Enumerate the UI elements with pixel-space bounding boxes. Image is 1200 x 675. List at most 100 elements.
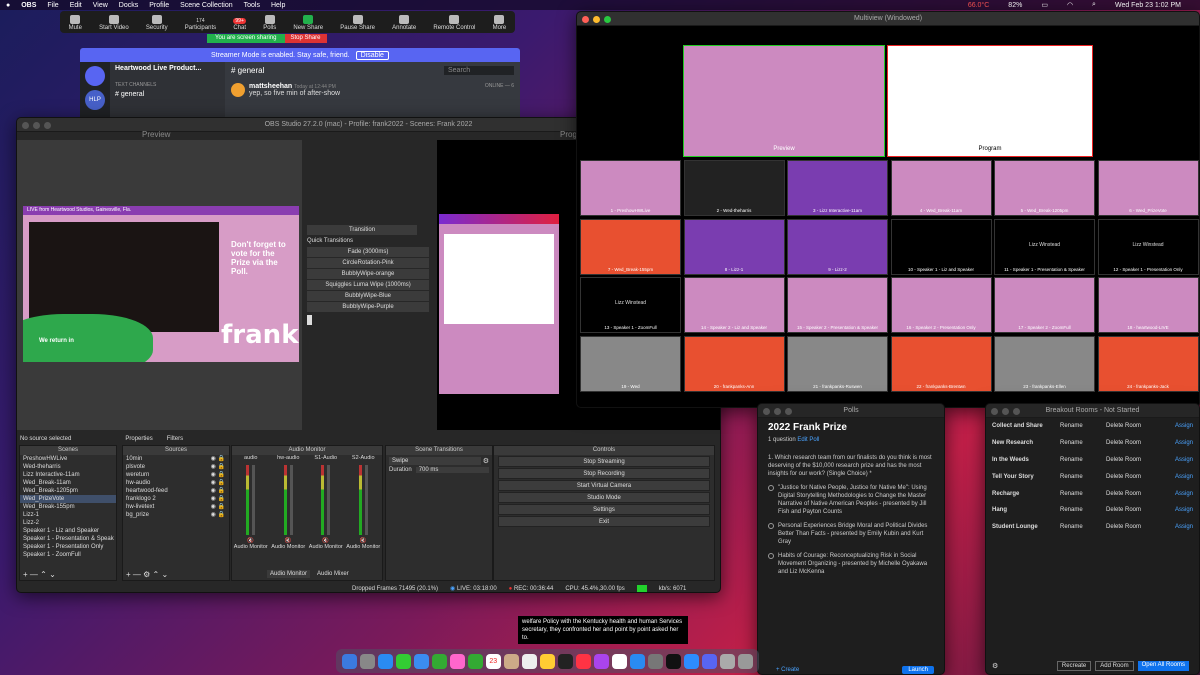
breakout-room-row[interactable]: Tell Your Story Rename Delete Room Assign bbox=[986, 468, 1199, 485]
polls-button[interactable]: Polls bbox=[263, 15, 276, 31]
source-item[interactable]: hw-livetext ◉ 🔒 bbox=[123, 503, 229, 511]
zoom-icon[interactable] bbox=[785, 408, 792, 415]
chat-button[interactable]: 99+ Chat bbox=[233, 18, 246, 31]
poll-option-1[interactable]: "Justice for Native People, Justice for … bbox=[768, 484, 934, 516]
security-button[interactable]: Security bbox=[146, 15, 168, 31]
multiview-tile[interactable]: 22 - frankpanks-Brentwn bbox=[890, 335, 992, 392]
recreate-button[interactable]: Recreate bbox=[1056, 661, 1092, 671]
server-icon[interactable]: HLP bbox=[85, 90, 105, 110]
assign-button[interactable]: Assign bbox=[1175, 457, 1193, 463]
quick-transition-bubbly-orange[interactable]: BubblyWipe-orange bbox=[307, 269, 429, 279]
quick-transition-bubbly-purple[interactable]: BubblyWipe-Purple bbox=[307, 302, 429, 312]
multiview-tile[interactable]: 5 - Wed_Break-1205pm bbox=[994, 160, 1095, 216]
discord-icon[interactable] bbox=[702, 653, 718, 669]
virtual-camera-button[interactable]: Start Virtual Camera bbox=[498, 480, 710, 491]
maps-icon[interactable] bbox=[431, 653, 447, 669]
poll-option-2[interactable]: Personal Experiences Bridge Moral and Po… bbox=[768, 522, 934, 546]
assign-button[interactable]: Assign bbox=[1175, 474, 1193, 480]
source-item[interactable]: plsvote ◉ 🔒 bbox=[123, 463, 229, 471]
visibility-eye-icon[interactable]: ◉ 🔒 bbox=[211, 463, 225, 471]
scene-item[interactable]: Speaker 1 - Liz and Speaker bbox=[20, 527, 116, 535]
downloads-icon[interactable] bbox=[720, 653, 736, 669]
scene-item[interactable]: Lizz-2 bbox=[20, 519, 116, 527]
visibility-eye-icon[interactable]: ◉ 🔒 bbox=[211, 455, 225, 463]
remove-icon[interactable]: — bbox=[133, 570, 141, 579]
delete-room-button[interactable]: Delete Room bbox=[1106, 474, 1156, 480]
zoom-app-icon[interactable] bbox=[684, 653, 700, 669]
mail-icon[interactable] bbox=[413, 653, 429, 669]
pause-share-button[interactable]: Pause Share bbox=[340, 15, 375, 31]
multiview-tile[interactable]: 21 - frankpanks-Ruswen bbox=[787, 335, 888, 392]
menu-help[interactable]: Help bbox=[271, 2, 285, 9]
edit-poll-link[interactable]: Edit Poll bbox=[797, 437, 819, 443]
rename-button[interactable]: Rename bbox=[1060, 491, 1106, 497]
volume-slider[interactable] bbox=[327, 465, 331, 535]
open-all-rooms-button[interactable]: Open All Rooms bbox=[1137, 661, 1189, 671]
delete-room-button[interactable]: Delete Room bbox=[1106, 507, 1156, 513]
close-icon[interactable] bbox=[763, 408, 770, 415]
multiview-tile[interactable]: 11 - Speaker 1 - Presentation & Speaker L… bbox=[994, 218, 1095, 275]
visibility-eye-icon[interactable]: ◉ 🔒 bbox=[211, 503, 225, 511]
source-item[interactable]: 10min ◉ 🔒 bbox=[123, 455, 229, 463]
multiview-preview[interactable]: Preview bbox=[683, 45, 885, 157]
multiview-tile[interactable]: 15 - Speaker 2 - Presentation & Speaker bbox=[787, 277, 888, 333]
studio-mode-button[interactable]: Studio Mode bbox=[498, 492, 710, 503]
launch-button[interactable]: Launch bbox=[902, 666, 934, 674]
participants-button[interactable]: 174 Participants bbox=[185, 18, 216, 31]
volume-slider[interactable] bbox=[364, 465, 368, 535]
wifi-icon[interactable]: ◠ bbox=[1067, 1, 1073, 9]
scene-item[interactable]: Speaker 1 - ZoomFull bbox=[20, 551, 116, 559]
preview-scene[interactable]: LIVE from Heartwood Studios, Gainesville… bbox=[23, 206, 299, 362]
assign-button[interactable]: Assign bbox=[1175, 440, 1193, 446]
filters-button[interactable]: Filters bbox=[167, 436, 183, 442]
annotate-button[interactable]: Annotate bbox=[392, 15, 416, 31]
remove-icon[interactable]: — bbox=[30, 570, 38, 579]
podcasts-icon[interactable] bbox=[593, 653, 609, 669]
multiview-tile[interactable]: 10 - Speaker 1 - Liz and Speaker bbox=[890, 218, 992, 275]
menu-profile[interactable]: Profile bbox=[149, 2, 169, 9]
finder-icon[interactable] bbox=[341, 653, 357, 669]
breakout-room-row[interactable]: Recharge Rename Delete Room Assign bbox=[986, 485, 1199, 502]
multiview-tile[interactable]: 3 - Lizz Interactive-11am bbox=[787, 160, 888, 216]
discord-logo-icon[interactable] bbox=[85, 66, 105, 86]
app-store-icon[interactable] bbox=[630, 653, 646, 669]
multiview-tile[interactable]: 13 - Speaker 1 - ZoomFull Lizz Winstead bbox=[580, 277, 681, 333]
avatar[interactable] bbox=[231, 83, 245, 97]
scene-item[interactable]: PreshowHWLive bbox=[20, 455, 116, 463]
zoom-icon[interactable] bbox=[1013, 408, 1020, 415]
stop-share-button[interactable]: Stop Share bbox=[284, 34, 327, 43]
assign-button[interactable]: Assign bbox=[1175, 491, 1193, 497]
source-item[interactable]: franklogo 2 ◉ 🔒 bbox=[123, 495, 229, 503]
safari-icon[interactable] bbox=[377, 653, 393, 669]
rename-button[interactable]: Rename bbox=[1060, 440, 1106, 446]
gear-icon[interactable]: ⚙ bbox=[143, 570, 150, 579]
gear-icon[interactable]: ⚙ bbox=[992, 662, 998, 670]
delete-room-button[interactable]: Delete Room bbox=[1106, 440, 1156, 446]
volume-slider[interactable] bbox=[252, 465, 256, 535]
remote-control-button[interactable]: Remote Control bbox=[433, 15, 475, 31]
disable-button[interactable]: Disable bbox=[355, 50, 389, 60]
minimize-icon[interactable] bbox=[1002, 408, 1009, 415]
rename-button[interactable]: Rename bbox=[1060, 474, 1106, 480]
multiview-tile[interactable]: 1 - PreshowHWLive bbox=[580, 160, 681, 216]
messages-icon[interactable] bbox=[395, 653, 411, 669]
add-room-button[interactable]: Add Room bbox=[1095, 661, 1134, 671]
new-share-button[interactable]: New Share bbox=[293, 15, 323, 31]
settings-button[interactable]: Settings bbox=[498, 504, 710, 515]
menu-edit[interactable]: Edit bbox=[70, 2, 82, 9]
scene-item[interactable]: Wed_Break-155pm bbox=[20, 503, 116, 511]
system-preferences-icon[interactable] bbox=[648, 653, 664, 669]
program-scene[interactable] bbox=[439, 214, 559, 394]
visibility-eye-icon[interactable]: ◉ 🔒 bbox=[211, 479, 225, 487]
facetime-icon[interactable] bbox=[467, 653, 483, 669]
multiview-tile[interactable]: 20 - frankpanks-Ann bbox=[683, 335, 785, 392]
chevron-down-icon[interactable]: ⌄ bbox=[49, 570, 56, 579]
scene-item[interactable]: Lizz-1 bbox=[20, 511, 116, 519]
multiview-tile[interactable]: 6 - Wed_PrizeVote bbox=[1097, 160, 1199, 216]
multiview-tile[interactable]: 18 - heartwood-LIVE bbox=[1097, 277, 1199, 333]
menu-file[interactable]: File bbox=[47, 2, 58, 9]
news-icon[interactable] bbox=[611, 653, 627, 669]
multiview-tile[interactable]: 23 - frankpanks-Ellen bbox=[994, 335, 1095, 392]
multiview-tile[interactable]: 8 - Lizz-1 bbox=[683, 218, 785, 275]
scene-item[interactable]: Wed_Break-11am bbox=[20, 479, 116, 487]
